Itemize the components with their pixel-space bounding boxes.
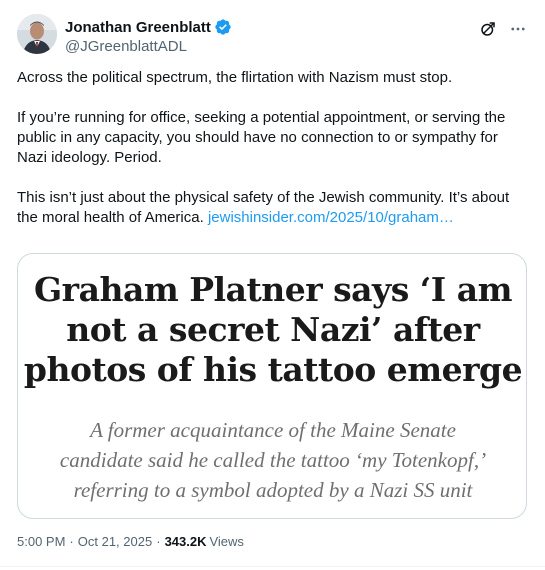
tweet-meta: 5:00 PM · Oct 21, 2025 · 343.2K Views [17,534,244,549]
more-icon[interactable] [509,20,527,38]
tweet-paragraph-3: This isn’t just about the physical safet… [17,188,529,228]
meta-separator: · [156,534,161,549]
divider [0,566,545,567]
author-handle[interactable]: @JGreenblattADL [65,38,232,55]
avatar[interactable] [17,14,57,54]
card-subheadline: A former acquaintance of the Maine Senat… [18,415,526,505]
card-headline-line: Graham Platner says ‘I am [34,270,513,309]
tweet-paragraph-2: If you’re running for office, seeking a … [17,109,506,166]
tweet-body: Across the political spectrum, the flirt… [17,68,529,228]
card-sub-line: referring to a symbol adopted by a Nazi … [73,478,473,502]
card-sub-line: A former acquaintance of the Maine Senat… [90,418,456,442]
avatar-image [17,14,57,54]
views-count[interactable]: 343.2K [165,534,207,549]
views-label: Views [209,534,244,549]
link-card[interactable]: Graham Platner says ‘I am not a secret N… [17,253,527,519]
card-sub-line: candidate said he called the tattoo ‘my … [59,448,487,472]
tweet-paragraph-1: Across the political spectrum, the flirt… [17,69,453,86]
card-headline: Graham Platner says ‘I am not a secret N… [18,270,526,390]
article-link[interactable]: jewishinsider.com/2025/10/graham… [208,209,454,226]
card-headline-line: photos of his tattoo emerge [23,350,523,389]
meta-separator: · [69,534,74,549]
tweet-header: Jonathan Greenblatt @JGreenblattADL [17,14,529,60]
grok-icon[interactable] [479,20,497,38]
tweet-time[interactable]: 5:00 PM [17,534,65,549]
author-display-name[interactable]: Jonathan Greenblatt [65,19,211,36]
tweet-date[interactable]: Oct 21, 2025 [78,534,152,549]
verified-badge-icon [214,18,232,36]
card-headline-line: not a secret Nazi’ after [66,310,480,349]
